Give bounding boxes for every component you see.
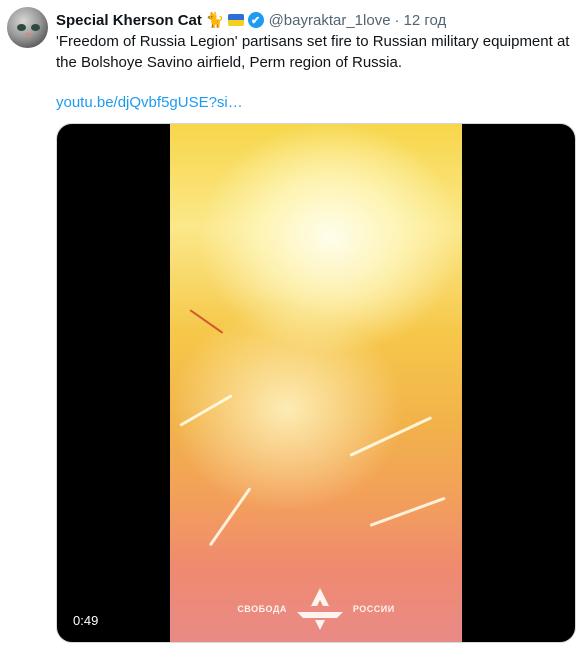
avatar-nose <box>25 33 31 37</box>
video-watermark: СВОБОДА РОССИИ <box>170 586 462 632</box>
verified-badge-icon[interactable]: ✔ <box>247 12 264 28</box>
avatar-eye-left <box>17 24 26 31</box>
tweet-timestamp[interactable]: 12 год <box>404 12 447 29</box>
tweet: Special Kherson Cat 🐈 ✔ @bayraktar_1love… <box>0 0 585 651</box>
tweet-link[interactable]: youtu.be/djQvbf5gUSE?si… <box>56 92 243 113</box>
author-name[interactable]: Special Kherson Cat <box>56 12 202 29</box>
ukraine-flag-icon <box>227 14 244 26</box>
video-frame[interactable]: СВОБОДА РОССИИ <box>170 124 462 642</box>
avatar-eye-right <box>31 24 40 31</box>
video-duration-badge: 0:49 <box>67 611 105 630</box>
watermark-text-right: РОССИИ <box>352 604 395 614</box>
separator-dot: · <box>394 11 400 29</box>
spark-streak <box>349 416 433 457</box>
watermark-text-left: СВОБОДА <box>237 604 287 614</box>
tweet-text: 'Freedom of Russia Legion' partisans set… <box>56 33 570 71</box>
spark-streak <box>189 309 224 334</box>
avatar[interactable] <box>7 7 48 48</box>
author-handle[interactable]: @bayraktar_1love <box>269 12 391 29</box>
legion-logo-icon <box>296 588 343 630</box>
spark-streak <box>208 487 252 547</box>
spark-streak <box>179 394 233 427</box>
video-player[interactable]: СВОБОДА РОССИИ 0:49 <box>56 123 576 643</box>
tweet-header: Special Kherson Cat 🐈 ✔ @bayraktar_1love… <box>56 10 446 30</box>
cat-emoji-icon: 🐈 <box>205 12 225 29</box>
spark-streak <box>369 496 446 527</box>
